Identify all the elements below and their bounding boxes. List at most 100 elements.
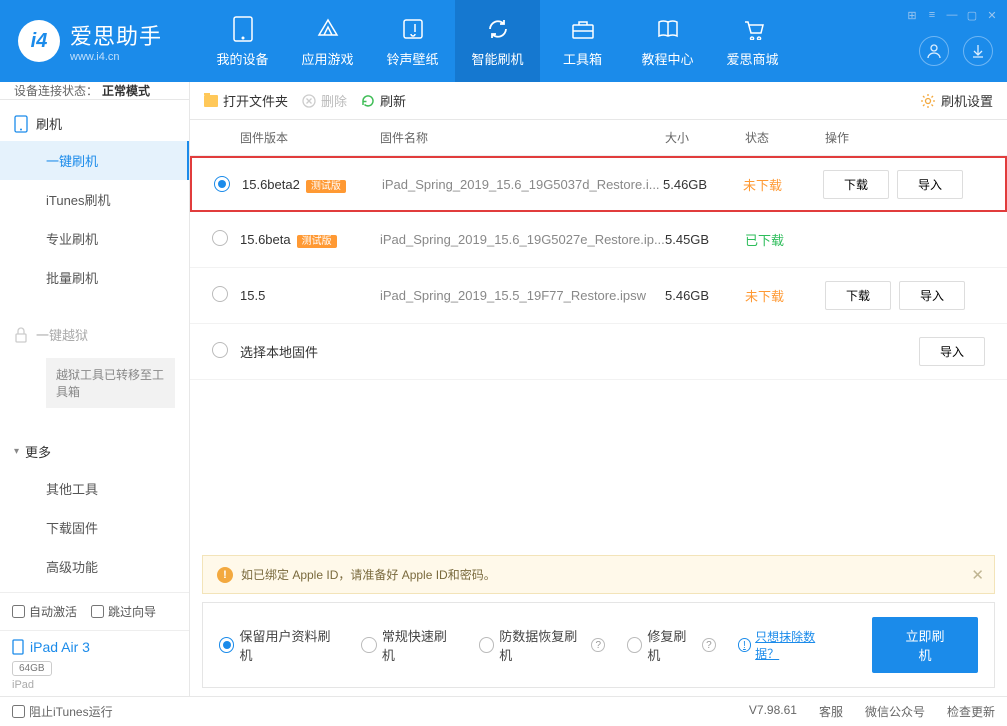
- import-button[interactable]: 导入: [899, 281, 965, 310]
- opt-anti-recovery[interactable]: 防数据恢复刷机?: [479, 626, 605, 664]
- sidebar-item-oneclick[interactable]: 一键刷机: [0, 141, 189, 180]
- col-actions: 操作: [825, 129, 985, 146]
- sidebar-more-group: ▾ 更多 其他工具 下载固件 高级功能: [0, 428, 189, 592]
- sidebar-flash-group: 刷机 一键刷机 iTunes刷机 专业刷机 批量刷机: [0, 100, 189, 303]
- nav-flash[interactable]: 智能刷机: [455, 0, 540, 82]
- gear-icon: [920, 93, 936, 109]
- main-content: 打开文件夹 删除 刷新 刷机设置 固件版本 固件名称 大小 状态 操作 15.6…: [190, 82, 1007, 696]
- ipad-icon: [12, 639, 24, 655]
- body: 设备连接状态： 正常模式 刷机 一键刷机 iTunes刷机 专业刷机 批量刷机 …: [0, 82, 1007, 696]
- sidebar-item-batch[interactable]: 批量刷机: [0, 258, 189, 297]
- warning-icon: !: [217, 567, 233, 583]
- opt-keep-data[interactable]: 保留用户资料刷机: [219, 626, 339, 664]
- window-controls: ⊞ ≡ — ▢ ✕: [903, 6, 1001, 24]
- main-nav: 我的设备 应用游戏 铃声壁纸 智能刷机 工具箱 教程中心 爱思商城: [200, 0, 795, 82]
- sidebar-item-advanced[interactable]: 高级功能: [0, 547, 189, 586]
- block-itunes-checkbox[interactable]: 阻止iTunes运行: [12, 703, 113, 720]
- grid-icon[interactable]: ⊞: [903, 6, 921, 24]
- download-button[interactable]: 下载: [823, 170, 889, 199]
- update-link[interactable]: 检查更新: [947, 703, 995, 720]
- col-name: 固件名称: [380, 129, 665, 146]
- beta-tag: 测试版: [297, 235, 337, 248]
- delete-icon: [302, 94, 316, 108]
- nav-store[interactable]: 爱思商城: [710, 0, 795, 82]
- download-button[interactable]: 下载: [825, 281, 891, 310]
- nav-tutorial[interactable]: 教程中心: [625, 0, 710, 82]
- storage-badge: 64GB: [12, 661, 52, 676]
- cart-icon: [739, 15, 767, 43]
- header-right: [919, 36, 993, 66]
- beta-tag: 测试版: [306, 180, 346, 193]
- flash-options: 保留用户资料刷机 常规快速刷机 防数据恢复刷机? 修复刷机? !只想抹除数据？ …: [202, 602, 995, 688]
- app-header: ⊞ ≡ — ▢ ✕ i4 爱思助手 www.i4.cn 我的设备 应用游戏 铃声…: [0, 0, 1007, 82]
- device-icon: [229, 15, 257, 43]
- sidebar: 设备连接状态： 正常模式 刷机 一键刷机 iTunes刷机 专业刷机 批量刷机 …: [0, 82, 190, 696]
- sidebar-item-other[interactable]: 其他工具: [0, 469, 189, 508]
- connection-status: 设备连接状态： 正常模式: [0, 82, 189, 100]
- sidebar-item-pro[interactable]: 专业刷机: [0, 219, 189, 258]
- sidebar-item-download[interactable]: 下载固件: [0, 508, 189, 547]
- sidebar-jailbreak: 一键越狱: [0, 317, 189, 352]
- table-row[interactable]: 15.5 iPad_Spring_2019_15.5_19F77_Restore…: [190, 268, 1007, 324]
- sidebar-bottom: 自动激活 跳过向导 iPad Air 3 64GB iPad: [0, 592, 189, 699]
- help-icon[interactable]: ?: [702, 638, 715, 652]
- nav-toolbox[interactable]: 工具箱: [540, 0, 625, 82]
- info-icon: !: [738, 638, 752, 652]
- menu-icon[interactable]: ≡: [923, 6, 941, 24]
- opt-fast[interactable]: 常规快速刷机: [361, 626, 456, 664]
- table-row-local[interactable]: 选择本地固件 导入: [190, 324, 1007, 380]
- radio[interactable]: [212, 342, 228, 358]
- col-size: 大小: [665, 129, 745, 146]
- erase-link[interactable]: !只想抹除数据？: [738, 628, 836, 662]
- device-name: iPad Air 3: [12, 639, 177, 655]
- support-link[interactable]: 客服: [819, 703, 843, 720]
- footer: 阻止iTunes运行 V7.98.61 客服 微信公众号 检查更新: [0, 696, 1007, 726]
- apps-icon: [314, 15, 342, 43]
- open-folder-button[interactable]: 打开文件夹: [204, 91, 288, 110]
- music-icon: [399, 15, 427, 43]
- import-button[interactable]: 导入: [897, 170, 963, 199]
- logo-icon: i4: [18, 20, 60, 62]
- minimize-icon[interactable]: —: [943, 6, 961, 24]
- refresh-icon: [484, 15, 512, 43]
- warning-banner: ! 如已绑定 Apple ID，请准备好 Apple ID和密码。 ✕: [202, 555, 995, 594]
- radio[interactable]: [212, 286, 228, 302]
- radio[interactable]: [212, 230, 228, 246]
- lock-icon: [14, 327, 28, 343]
- help-icon[interactable]: ?: [591, 638, 605, 652]
- close-icon[interactable]: ✕: [983, 6, 1001, 24]
- chevron-down-icon: ▾: [14, 446, 19, 457]
- delete-button[interactable]: 删除: [302, 91, 347, 110]
- refresh-icon: [361, 94, 375, 108]
- sidebar-item-itunes[interactable]: iTunes刷机: [0, 180, 189, 219]
- flash-now-button[interactable]: 立即刷机: [872, 617, 978, 673]
- radio-selected[interactable]: [214, 176, 230, 192]
- toolbar: 打开文件夹 删除 刷新 刷机设置: [190, 82, 1007, 120]
- settings-button[interactable]: 刷机设置: [920, 91, 993, 110]
- close-banner-icon[interactable]: ✕: [971, 566, 984, 584]
- sidebar-flash-title: 刷机: [0, 106, 189, 141]
- refresh-button[interactable]: 刷新: [361, 91, 406, 110]
- jailbreak-note: 越狱工具已转移至工具箱: [46, 358, 175, 408]
- table-row[interactable]: 15.6beta测试版 iPad_Spring_2019_15.6_19G502…: [190, 212, 1007, 268]
- import-button[interactable]: 导入: [919, 337, 985, 366]
- auto-activate-checkbox[interactable]: 自动激活: [12, 603, 77, 620]
- download-icon[interactable]: [963, 36, 993, 66]
- skip-guide-checkbox[interactable]: 跳过向导: [91, 603, 156, 620]
- phone-icon: [14, 115, 28, 133]
- footer-right: V7.98.61 客服 微信公众号 检查更新: [749, 703, 995, 720]
- sidebar-more-title: ▾ 更多: [0, 434, 189, 469]
- table-row[interactable]: 15.6beta2测试版 iPad_Spring_2019_15.6_19G50…: [190, 156, 1007, 212]
- wechat-link[interactable]: 微信公众号: [865, 703, 925, 720]
- toolbox-icon: [569, 15, 597, 43]
- nav-apps[interactable]: 应用游戏: [285, 0, 370, 82]
- maximize-icon[interactable]: ▢: [963, 6, 981, 24]
- opt-repair[interactable]: 修复刷机?: [627, 626, 716, 664]
- logo: i4 爱思助手 www.i4.cn: [0, 0, 180, 82]
- device-type: iPad: [12, 679, 177, 691]
- nav-ringtone[interactable]: 铃声壁纸: [370, 0, 455, 82]
- nav-my-device[interactable]: 我的设备: [200, 0, 285, 82]
- device-info: iPad Air 3 64GB iPad: [0, 630, 189, 699]
- user-icon[interactable]: [919, 36, 949, 66]
- table-header: 固件版本 固件名称 大小 状态 操作: [190, 120, 1007, 156]
